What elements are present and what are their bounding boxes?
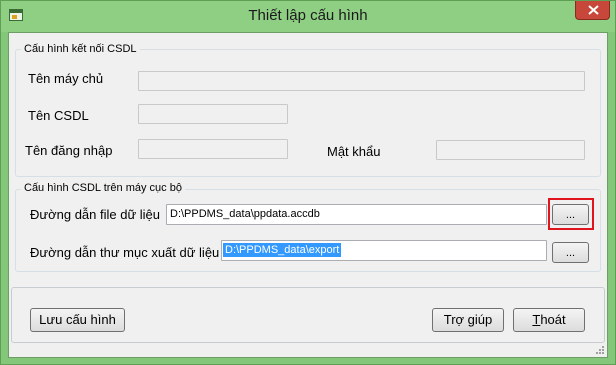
title-bar[interactable]: Thiết lập cấu hình xyxy=(1,1,615,32)
local-db-group-label: Cấu hình CSDL trên máy cục bộ xyxy=(21,182,185,194)
server-name-input[interactable] xyxy=(138,71,585,91)
data-file-path-label: Đường dẫn file dữ liệu xyxy=(30,207,160,222)
db-name-input[interactable] xyxy=(138,104,288,124)
help-button[interactable]: Trợ giúp xyxy=(432,308,504,332)
browse-export-folder-button[interactable]: ... xyxy=(552,242,589,263)
password-label: Mật khẩu xyxy=(327,144,381,159)
username-input[interactable] xyxy=(138,139,288,159)
exit-label-rest: hoát xyxy=(540,312,566,327)
db-connection-group-label: Cấu hình kết nối CSDL xyxy=(21,43,140,55)
browse-button-highlight xyxy=(548,198,594,230)
export-folder-input[interactable]: D:\PPDMS_data\export xyxy=(221,240,547,261)
export-folder-label: Đường dẫn thư mục xuất dữ liệu xyxy=(30,245,220,260)
dialog-client-area: Cấu hình kết nối CSDL Tên máy chủ Tên CS… xyxy=(8,32,608,358)
exit-button[interactable]: Thoát xyxy=(513,308,585,332)
save-config-button[interactable]: Lưu cấu hình xyxy=(30,308,125,332)
resize-grip-icon[interactable] xyxy=(595,345,605,355)
window-title: Thiết lập cấu hình xyxy=(248,7,368,24)
server-name-label: Tên máy chủ xyxy=(28,71,104,86)
password-input[interactable] xyxy=(436,140,585,160)
close-icon xyxy=(588,5,599,15)
config-window: Thiết lập cấu hình Cấu hình kết nối CSDL… xyxy=(0,0,616,365)
username-label: Tên đăng nhập xyxy=(25,143,113,158)
db-name-label: Tên CSDL xyxy=(28,108,89,123)
data-file-path-input[interactable]: D:\PPDMS_data\ppdata.accdb xyxy=(166,204,547,225)
close-button[interactable] xyxy=(575,1,610,20)
